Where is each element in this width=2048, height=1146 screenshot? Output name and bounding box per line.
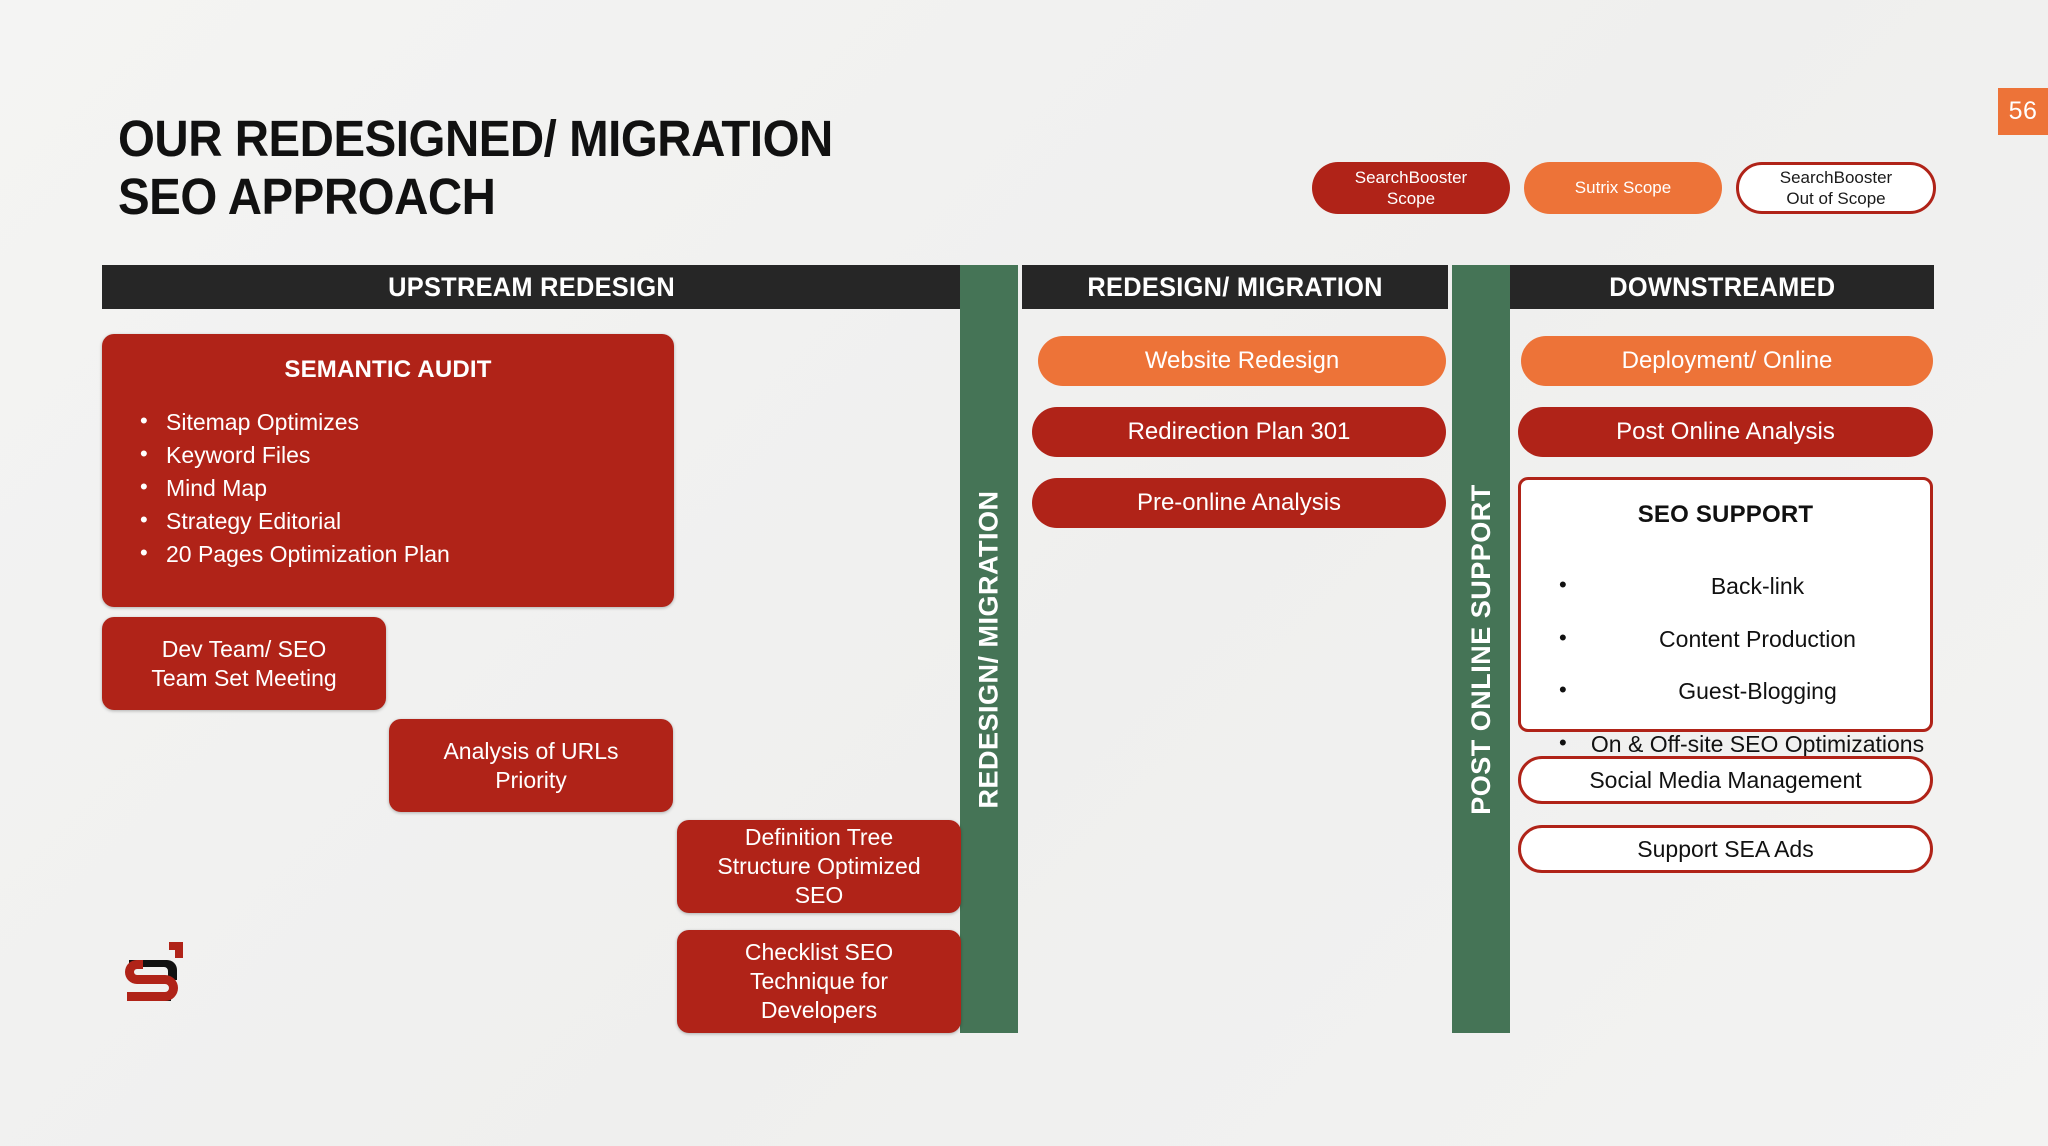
page-title-line-1: OUR REDESIGNED/ MIGRATION (118, 110, 833, 167)
list-item: Strategy Editorial (132, 504, 674, 538)
column-header-downstreamed-label: DOWNSTREAMED (1608, 271, 1836, 302)
node-deployment-online: Deployment/ Online (1521, 336, 1933, 386)
card-seo-support-bullets: Back-link Content Production Guest-Blogg… (1521, 550, 1930, 781)
legend: SearchBooster Scope Sutrix Scope SearchB… (1312, 162, 1936, 214)
searchbooster-logo (113, 938, 191, 1020)
list-item: 20 Pages Optimization Plan (132, 537, 674, 571)
list-item: Keyword Files (132, 438, 674, 472)
node-definition-tree-structure: Definition Tree Structure Optimized SEO (677, 820, 961, 913)
column-header-redesign-migration: REDESIGN/ MIGRATION (1022, 265, 1448, 309)
list-item: Content Production (1551, 622, 1930, 656)
column-header-downstreamed: DOWNSTREAMED (1510, 265, 1934, 309)
list-item: Sitemap Optimizes (132, 405, 674, 439)
node-social-media-management: Social Media Management (1518, 756, 1933, 804)
band-post-online-support: POST ONLINE SUPPORT (1452, 265, 1510, 1033)
card-seo-support-title: SEO SUPPORT (1637, 501, 1814, 528)
legend-item-searchbooster-out-of-scope: SearchBooster Out of Scope (1736, 162, 1936, 214)
list-item: Back-link (1551, 569, 1930, 603)
column-header-upstream-redesign: UPSTREAM REDESIGN (102, 265, 962, 309)
band-redesign-migration-label: REDESIGN/ MIGRATION (973, 489, 1004, 809)
node-dev-team-seo-meeting: Dev Team/ SEO Team Set Meeting (102, 617, 386, 710)
page-title: OUR REDESIGNED/ MIGRATION SEO APPROACH (118, 110, 955, 226)
card-seo-support: SEO SUPPORT Back-link Content Production… (1518, 477, 1933, 758)
page-title-line-2: SEO APPROACH (118, 168, 496, 226)
node-post-online-analysis: Post Online Analysis (1518, 407, 1933, 457)
band-redesign-migration: REDESIGN/ MIGRATION (960, 265, 1018, 1033)
legend-item-sutrix-scope: Sutrix Scope (1524, 162, 1722, 214)
node-checklist-seo-technique: Checklist SEO Technique for Developers (677, 930, 961, 1033)
node-support-sea-ads: Support SEA Ads (1518, 825, 1933, 873)
card-semantic-audit-bullets: Sitemap Optimizes Keyword Files Mind Map… (102, 405, 674, 571)
node-redirection-plan-301: Redirection Plan 301 (1032, 407, 1446, 457)
node-pre-online-analysis: Pre-online Analysis (1032, 478, 1446, 528)
column-header-upstream-redesign-label: UPSTREAM REDESIGN (388, 271, 676, 302)
band-post-online-support-label: POST ONLINE SUPPORT (1465, 483, 1496, 815)
column-header-redesign-migration-label: REDESIGN/ MIGRATION (1087, 271, 1383, 302)
node-analysis-of-urls-priority: Analysis of URLs Priority (389, 719, 673, 812)
list-item: Guest-Blogging (1551, 674, 1930, 708)
card-semantic-audit-title: SEMANTIC AUDIT (284, 356, 492, 383)
node-website-redesign: Website Redesign (1038, 336, 1446, 386)
page-number-badge: 56 (1998, 88, 2048, 135)
legend-item-searchbooster-scope: SearchBooster Scope (1312, 162, 1510, 214)
slide-canvas: 56 OUR REDESIGNED/ MIGRATION SEO APPROAC… (0, 0, 2048, 1146)
card-semantic-audit: SEMANTIC AUDIT Sitemap Optimizes Keyword… (102, 334, 674, 607)
list-item: Mind Map (132, 471, 674, 505)
